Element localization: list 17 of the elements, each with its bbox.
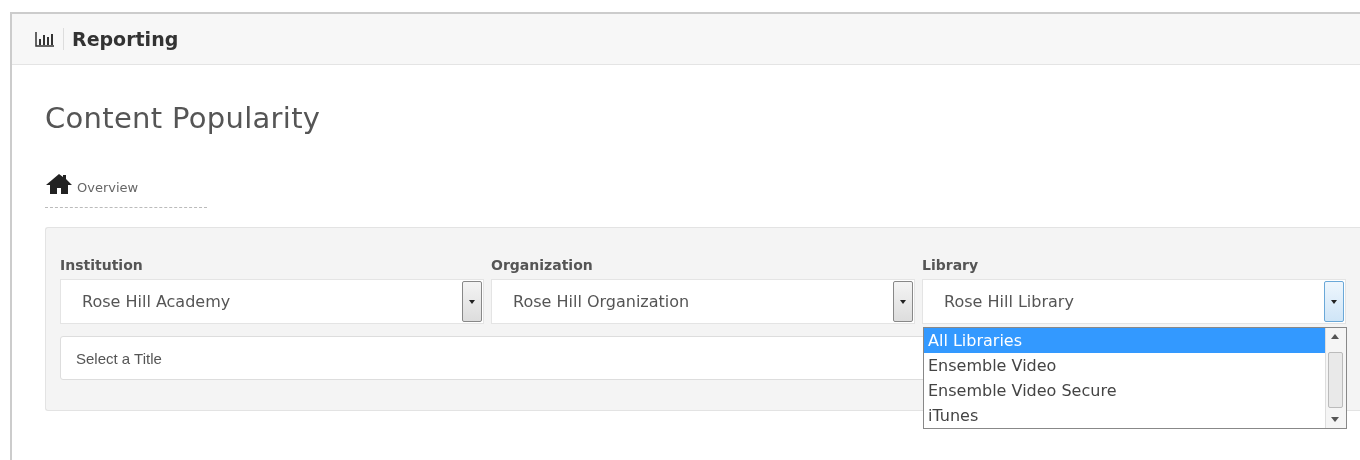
dropdown-select[interactable]: Rose Hill Library bbox=[922, 279, 1346, 324]
page-title: Content Popularity bbox=[45, 101, 322, 135]
scroll-down-icon[interactable] bbox=[1331, 417, 1339, 422]
dropdown-option[interactable]: iTunes bbox=[924, 403, 1325, 428]
home-icon bbox=[45, 173, 73, 195]
dropdown-select[interactable]: Rose Hill Academy bbox=[60, 279, 484, 324]
dropdown-option[interactable]: Ensemble Video bbox=[924, 353, 1325, 378]
overview-link[interactable]: Overview bbox=[77, 180, 139, 195]
field-label: Institution bbox=[60, 257, 144, 273]
field-label: Organization bbox=[491, 257, 594, 273]
dropdown-option[interactable]: Ensemble Video Secure bbox=[924, 378, 1325, 403]
scroll-up-icon[interactable] bbox=[1331, 334, 1339, 339]
dropdown-select[interactable]: Rose Hill Organization bbox=[491, 279, 915, 324]
bar-chart-icon bbox=[35, 31, 55, 47]
section-title: Reporting bbox=[72, 28, 179, 50]
scrollbar[interactable] bbox=[1325, 328, 1346, 428]
field-label: Library bbox=[922, 257, 980, 273]
